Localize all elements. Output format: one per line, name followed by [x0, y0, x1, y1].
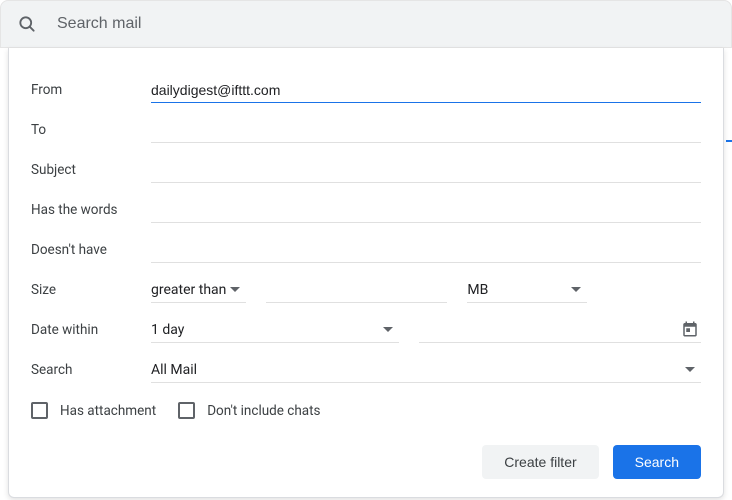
- has-attachment-label: Has attachment: [60, 403, 156, 419]
- doesnt-have-label: Doesn't have: [31, 242, 151, 258]
- size-operator-value: greater than: [151, 282, 226, 298]
- date-within-dropdown[interactable]: 1 day: [151, 318, 399, 343]
- search-input[interactable]: [55, 14, 715, 34]
- date-within-label: Date within: [31, 322, 151, 338]
- search-icon: [17, 14, 37, 34]
- checkbox-icon: [178, 402, 195, 419]
- search-in-label: Search: [31, 362, 151, 378]
- background-fragment: [726, 186, 732, 202]
- search-button[interactable]: Search: [613, 445, 701, 479]
- caret-down-icon: [685, 367, 695, 372]
- create-filter-button[interactable]: Create filter: [482, 445, 598, 479]
- has-words-input[interactable]: [151, 198, 701, 223]
- to-label: To: [31, 122, 151, 138]
- from-label: From: [31, 82, 151, 98]
- size-label: Size: [31, 282, 151, 298]
- subject-input[interactable]: [151, 158, 701, 183]
- size-value-input[interactable]: [266, 278, 447, 303]
- subject-label: Subject: [31, 162, 151, 178]
- has-words-label: Has the words: [31, 202, 151, 218]
- doesnt-have-input[interactable]: [151, 238, 701, 263]
- size-unit-value: MB: [467, 282, 488, 298]
- dont-include-chats-checkbox[interactable]: Don't include chats: [178, 402, 320, 419]
- dont-include-chats-label: Don't include chats: [207, 403, 320, 419]
- search-in-dropdown[interactable]: All Mail: [151, 358, 701, 383]
- calendar-icon[interactable]: [681, 320, 699, 342]
- search-in-value: All Mail: [151, 362, 197, 378]
- date-within-value: 1 day: [151, 322, 184, 338]
- caret-down-icon: [383, 327, 393, 332]
- size-operator-dropdown[interactable]: greater than: [151, 278, 246, 303]
- date-value-input[interactable]: [419, 318, 701, 343]
- checkbox-icon: [31, 402, 48, 419]
- caret-down-icon: [230, 287, 240, 292]
- from-input[interactable]: [151, 78, 701, 103]
- to-input[interactable]: [151, 118, 701, 143]
- advanced-search-panel: From To Subject Has the words Doesn't ha…: [8, 48, 724, 498]
- caret-down-icon: [571, 287, 581, 292]
- size-unit-dropdown[interactable]: MB: [467, 278, 587, 303]
- search-bar[interactable]: [0, 0, 732, 48]
- background-fragment: [726, 126, 732, 142]
- has-attachment-checkbox[interactable]: Has attachment: [31, 402, 156, 419]
